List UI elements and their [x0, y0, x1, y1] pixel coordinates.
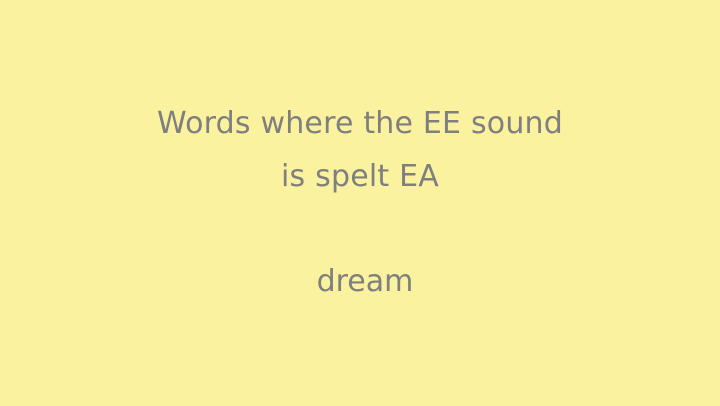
- title-line-1: Words where the EE sound: [156, 106, 564, 141]
- flashcard-slide: Words where the EE sound is spelt EA dre…: [0, 0, 720, 406]
- example-word: dream: [316, 264, 414, 299]
- title-line-2: is spelt EA: [281, 159, 439, 194]
